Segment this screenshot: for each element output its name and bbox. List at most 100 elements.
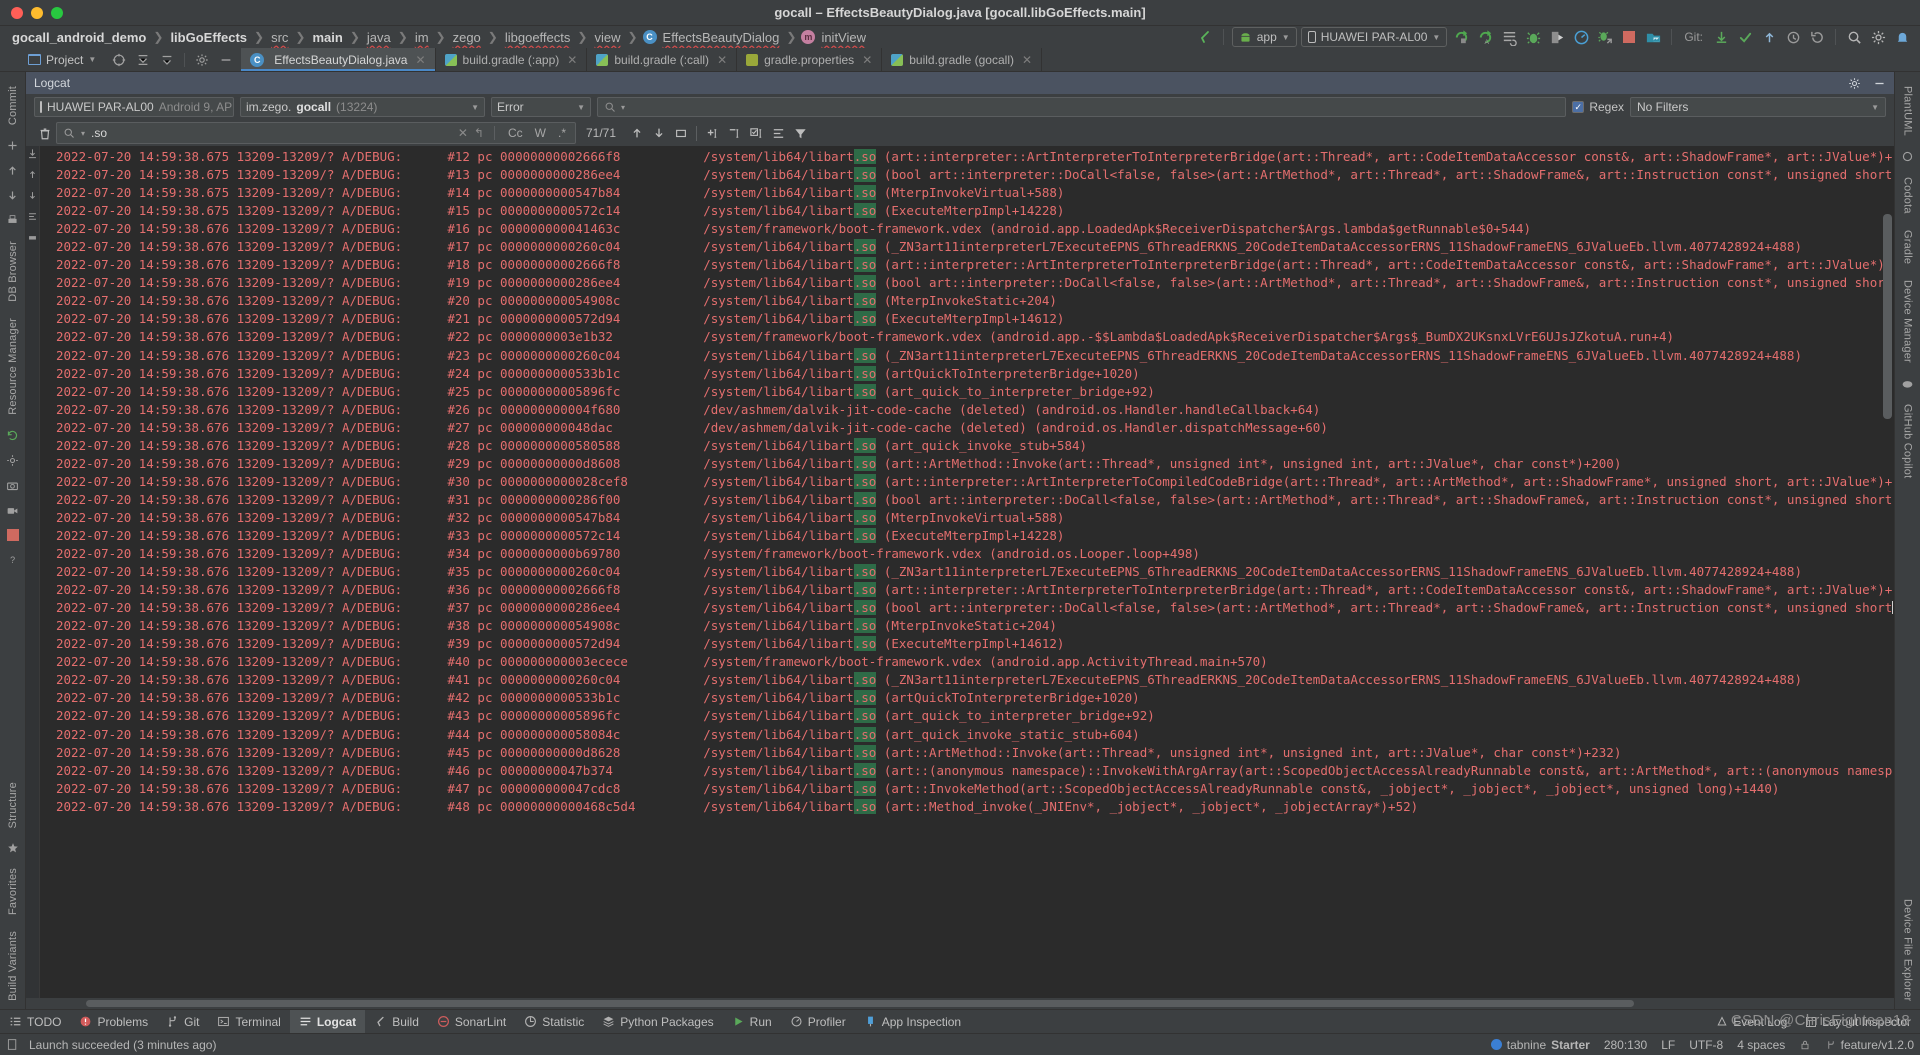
bottom-item-event-log[interactable]: Event Log [1707,1010,1796,1033]
whole-words-toggle[interactable]: W [532,126,549,140]
log-line[interactable]: 2022-07-20 14:59:38.676 13209-13209/? A/… [56,328,1894,346]
bottom-item-statistic[interactable]: Statistic [515,1010,593,1033]
breadcrumb-item-8[interactable]: view [592,30,622,45]
refresh-icon[interactable] [0,423,26,448]
close-tab-icon[interactable]: ✕ [567,53,577,67]
log-line[interactable]: 2022-07-20 14:59:38.675 13209-13209/? A/… [56,202,1894,220]
log-line[interactable]: 2022-07-20 14:59:38.676 13209-13209/? A/… [56,473,1894,491]
profiler-icon[interactable] [1571,27,1591,47]
regex-toggle[interactable]: .* [555,126,569,140]
sidebar-item-commit[interactable]: Commit [7,78,19,133]
stop-icon[interactable] [1619,27,1639,47]
collapse-all-icon[interactable] [136,53,150,67]
help-icon[interactable]: ? [0,547,26,572]
editor-tab-2[interactable]: build.gradle (:call) ✕ [587,48,738,71]
soft-wrap-icon[interactable] [767,123,789,143]
window-controls[interactable] [0,6,63,19]
bottom-item-python-packages[interactable]: Python Packages [593,1010,722,1033]
log-line[interactable]: 2022-07-20 14:59:38.676 13209-13209/? A/… [56,653,1894,671]
clear-logcat-icon[interactable] [34,123,56,143]
search-everywhere-icon[interactable] [1844,27,1864,47]
project-tool-button[interactable]: Project ▼ [0,48,104,71]
settings-icon[interactable] [0,448,26,473]
log-line[interactable]: 2022-07-20 14:59:38.676 13209-13209/? A/… [56,347,1894,365]
breadcrumb-item-7[interactable]: libgoeffects [503,30,573,45]
run-icon[interactable] [1451,27,1471,47]
close-tab-icon[interactable]: ✕ [717,53,727,67]
log-line[interactable]: 2022-07-20 14:59:38.676 13209-13209/? A/… [56,599,1894,617]
copilot-icon[interactable] [1895,371,1920,396]
update-project-icon[interactable] [1711,27,1731,47]
rerun-with-coverage-icon[interactable]: A [1475,27,1495,47]
camera-icon[interactable] [0,473,26,498]
clear-find-icon[interactable]: ✕ [458,126,468,140]
find-history-icon[interactable]: ↰ [474,126,484,140]
editor-tab-0[interactable]: C EffectsBeautyDialog.java ✕ [241,48,436,71]
up-arrow-icon[interactable] [0,158,26,183]
video-icon[interactable] [0,498,26,523]
log-line[interactable]: 2022-07-20 14:59:38.675 13209-13209/? A/… [56,166,1894,184]
sidebar-item-plantuml[interactable]: PlantUML [1902,78,1914,144]
sidebar-item-codota[interactable]: Codota [1902,169,1914,222]
logcat-lines-container[interactable]: 2022-07-20 14:59:38.675 13209-13209/? A/… [40,146,1894,998]
editor-tab-1[interactable]: build.gradle (:app) ✕ [436,48,588,71]
push-icon[interactable] [1759,27,1779,47]
log-line[interactable]: 2022-07-20 14:59:38.676 13209-13209/? A/… [56,365,1894,383]
bottom-item-sonarlint[interactable]: SonarLint [428,1010,515,1033]
sidebar-item-build-variants[interactable]: Build Variants [7,923,19,1009]
notifications-icon[interactable] [1892,27,1912,47]
caret-position[interactable]: 280:130 [1604,1038,1647,1052]
log-line[interactable]: 2022-07-20 14:59:38.676 13209-13209/? A/… [56,527,1894,545]
maximize-window-button[interactable] [51,6,63,19]
bottom-item-logcat[interactable]: Logcat [289,1010,366,1033]
log-line[interactable]: 2022-07-20 14:59:38.676 13209-13209/? A/… [56,689,1894,707]
remove-lines-icon[interactable] [723,123,745,143]
codota-icon[interactable] [1895,144,1920,169]
history-icon[interactable] [1783,27,1803,47]
log-line[interactable]: 2022-07-20 14:59:38.676 13209-13209/? A/… [56,617,1894,635]
commit-icon[interactable] [1735,27,1755,47]
settings-icon[interactable] [1848,77,1861,90]
bottom-item-run[interactable]: Run [723,1010,781,1033]
regex-toggle[interactable]: ✓ Regex [1572,100,1624,114]
breadcrumb-item-2[interactable]: src [269,30,290,45]
bottom-item-app-inspection[interactable]: App Inspection [855,1010,970,1033]
sidebar-item-github-copilot[interactable]: GitHub Copilot [1902,396,1914,486]
log-line[interactable]: 2022-07-20 14:59:38.676 13209-13209/? A/… [56,220,1894,238]
star-icon[interactable] [0,836,26,860]
regex-checkbox[interactable]: ✓ [1572,101,1585,113]
wrap-toggle-icon[interactable] [27,211,38,222]
down-arrow-icon[interactable] [0,183,26,208]
log-line[interactable]: 2022-07-20 14:59:38.676 13209-13209/? A/… [56,383,1894,401]
bottom-item-git[interactable]: Git [157,1010,208,1033]
close-window-button[interactable] [11,6,23,19]
scroll-to-end-icon[interactable] [27,148,38,159]
log-line[interactable]: 2022-07-20 14:59:38.675 13209-13209/? A/… [56,148,1894,166]
sidebar-item-favorites[interactable]: Favorites [7,860,19,923]
scrollbar-thumb[interactable] [1883,214,1892,419]
log-line[interactable]: 2022-07-20 14:59:38.676 13209-13209/? A/… [56,780,1894,798]
file-encoding[interactable]: UTF-8 [1689,1038,1723,1052]
minimize-icon[interactable] [1873,77,1886,90]
log-line[interactable]: 2022-07-20 14:59:38.676 13209-13209/? A/… [56,545,1894,563]
log-line[interactable]: 2022-07-20 14:59:38.676 13209-13209/? A/… [56,762,1894,780]
find-input[interactable]: ▾ .so ✕ ↰ Cc W .* [56,122,576,144]
log-line[interactable]: 2022-07-20 14:59:38.676 13209-13209/? A/… [56,274,1894,292]
log-line[interactable]: 2022-07-20 14:59:38.676 13209-13209/? A/… [56,256,1894,274]
sidebar-item-structure[interactable]: Structure [7,774,19,836]
bottom-item-todo[interactable]: TODO [0,1010,70,1033]
minimize-window-button[interactable] [31,6,43,19]
logcat-filter-selector[interactable]: No Filters ▼ [1630,97,1886,117]
sidebar-item-resource-manager[interactable]: Resource Manager [7,310,19,423]
git-branch[interactable]: feature/v1.2.0 [1825,1038,1914,1052]
log-line[interactable]: 2022-07-20 14:59:38.676 13209-13209/? A/… [56,401,1894,419]
filter-icon[interactable] [789,123,811,143]
close-tab-icon[interactable]: ✕ [1022,53,1032,67]
log-line[interactable]: 2022-07-20 14:59:38.676 13209-13209/? A/… [56,509,1894,527]
sidebar-item-db-browser[interactable]: DB Browser [7,233,19,310]
breadcrumb-item-9[interactable]: EffectsBeautyDialog [661,30,782,45]
editor-tab-3[interactable]: gradle.properties ✕ [737,48,883,71]
settings-icon[interactable] [1868,27,1888,47]
apply-changes-icon[interactable] [1595,27,1615,47]
locate-icon[interactable] [112,53,126,67]
